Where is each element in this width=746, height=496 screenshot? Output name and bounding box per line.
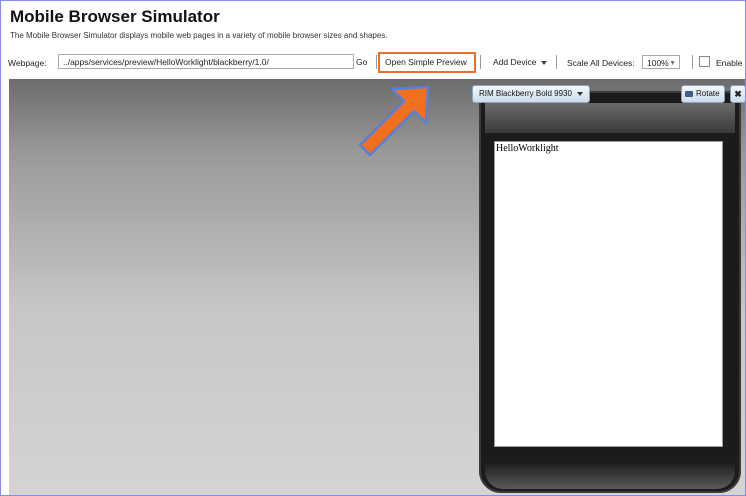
close-device-button[interactable]: ✖ xyxy=(730,85,745,103)
device-name: RIM Blackberry Bold 9930 xyxy=(479,89,572,98)
chevron-down-icon: ▼ xyxy=(669,60,676,67)
simulator-window: Mobile Browser Simulator The Mobile Brow… xyxy=(0,0,746,496)
add-device-label: Add Device xyxy=(493,57,537,67)
device-bezel-bottom xyxy=(485,463,735,489)
device-bezel-top xyxy=(485,103,735,133)
screen-content-text: HelloWorklight xyxy=(496,143,559,154)
toolbar-divider xyxy=(376,55,377,69)
toolbar: Webpage: Go Open Simple Preview Add Devi… xyxy=(8,52,745,74)
chevron-down-icon xyxy=(541,60,548,65)
chevron-down-icon xyxy=(576,91,583,96)
page-title: Mobile Browser Simulator xyxy=(10,7,220,26)
rotate-label: Rotate xyxy=(696,89,720,98)
scale-select[interactable]: 100% ▼ xyxy=(642,55,680,69)
go-button[interactable]: Go xyxy=(352,54,371,70)
rotate-button[interactable]: Rotate xyxy=(681,85,725,103)
scale-all-devices-label: Scale All Devices: xyxy=(567,58,635,68)
device-frame: HelloWorklight xyxy=(479,91,741,493)
scale-value: 100% xyxy=(647,58,669,68)
toolbar-divider xyxy=(692,55,693,69)
device-select-button[interactable]: RIM Blackberry Bold 9930 xyxy=(472,85,590,103)
arrow-shape xyxy=(358,85,430,157)
highlight-box xyxy=(378,52,476,73)
toolbar-divider xyxy=(480,55,481,69)
rotate-icon xyxy=(685,90,693,97)
enable-label: Enable xyxy=(716,58,743,68)
toolbar-divider xyxy=(556,55,557,69)
page-subtitle: The Mobile Browser Simulator displays mo… xyxy=(10,31,388,40)
device-screen[interactable]: HelloWorklight xyxy=(494,141,723,447)
add-device-button[interactable]: Add Device xyxy=(489,54,551,70)
webpage-label: Webpage: xyxy=(8,58,47,68)
pointer-arrow-icon xyxy=(358,85,430,157)
enable-checkbox[interactable] xyxy=(699,56,710,67)
webpage-url-input[interactable] xyxy=(58,54,354,69)
